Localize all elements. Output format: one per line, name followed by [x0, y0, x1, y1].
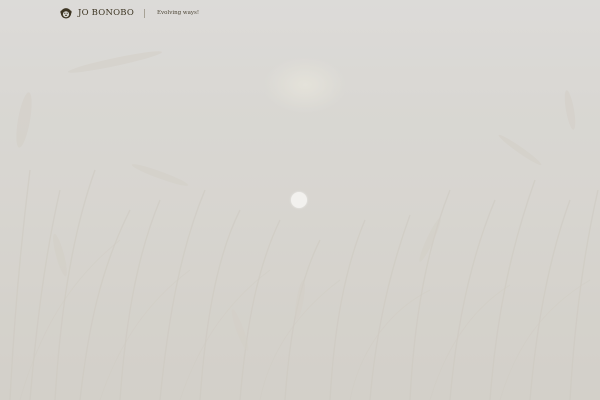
site-tagline: Evolving ways!: [157, 10, 200, 16]
site-header: JO BONOBO Evolving ways!: [60, 6, 199, 20]
loading-spinner: [291, 192, 307, 208]
header-divider: [144, 8, 146, 18]
brand-name-link[interactable]: JO BONOBO: [78, 8, 134, 18]
bonobo-face-icon[interactable]: [60, 7, 72, 19]
